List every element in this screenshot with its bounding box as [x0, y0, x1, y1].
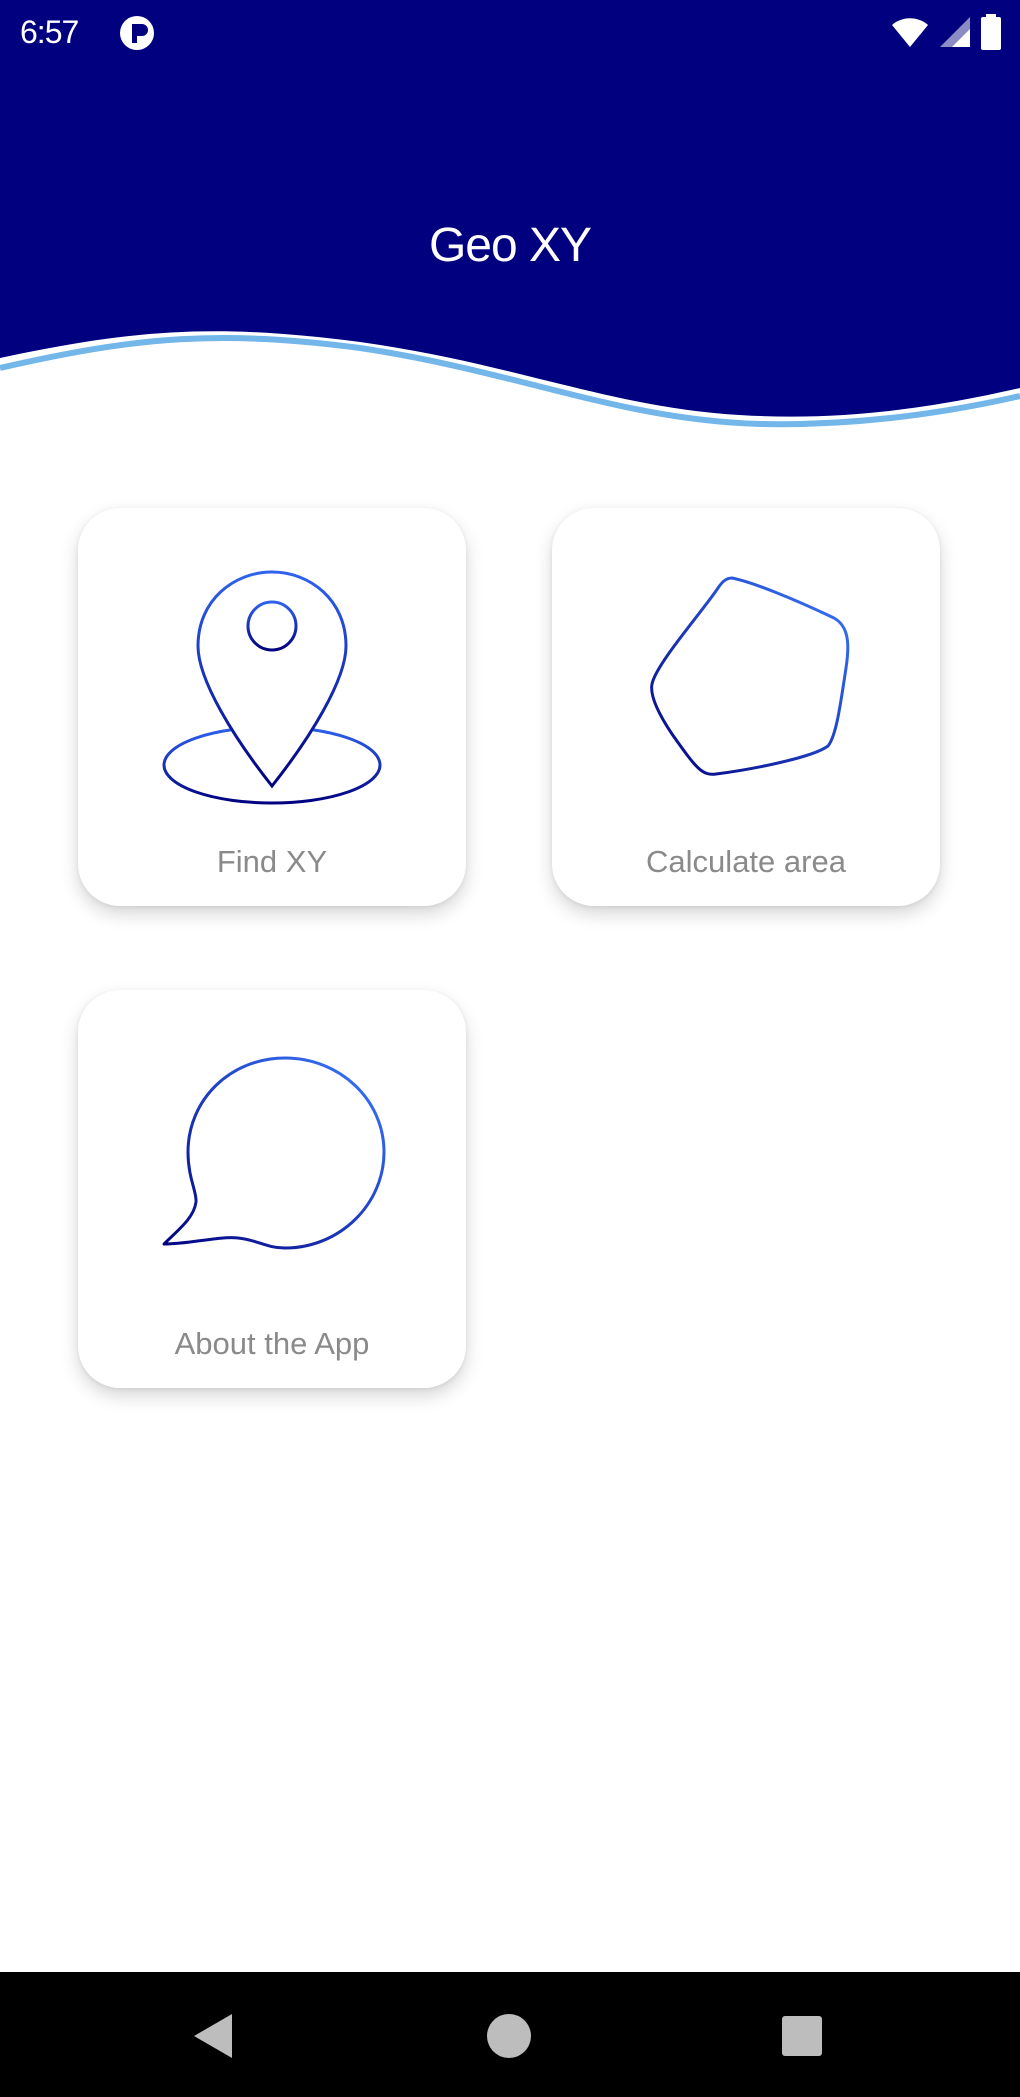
home-icon: [487, 2014, 531, 2058]
nav-home-button[interactable]: [447, 1972, 572, 2097]
back-icon: [194, 2014, 232, 2058]
navigation-bar: [0, 1972, 1020, 2097]
nav-back-button[interactable]: [152, 1972, 277, 2097]
about-app-card[interactable]: About the App: [78, 990, 466, 1388]
calculate-area-label: Calculate area: [646, 844, 846, 879]
wifi-icon: [892, 18, 928, 47]
speech-bubble-icon: [162, 1056, 386, 1250]
app-title: Geo XY: [428, 219, 592, 272]
find-xy-card[interactable]: Find XY: [78, 508, 466, 906]
nav-recents-button[interactable]: [740, 1972, 865, 2097]
recents-icon: [782, 2016, 822, 2056]
header-wave: [0, 320, 1020, 450]
location-pin-icon: [162, 570, 382, 805]
status-time: 6:57: [20, 14, 79, 50]
app-notification-icon: [120, 16, 154, 50]
polygon-icon: [650, 576, 850, 776]
about-app-label: About the App: [174, 1326, 370, 1361]
calculate-area-card[interactable]: Calculate area: [552, 508, 940, 906]
status-bar: 6:57: [0, 0, 1020, 64]
cellular-signal-icon: [940, 17, 970, 47]
find-xy-label: Find XY: [216, 844, 328, 879]
battery-icon: [981, 14, 1001, 50]
